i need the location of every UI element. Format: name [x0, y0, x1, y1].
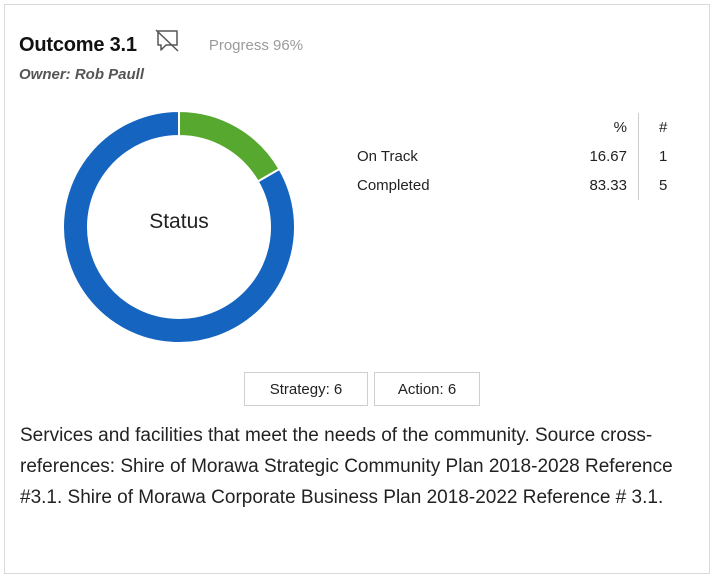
- comment-off-icon[interactable]: [153, 28, 181, 54]
- strategy-button[interactable]: Strategy: 6: [244, 372, 368, 406]
- outcome-header: Outcome 3.1 Progress 96%: [19, 28, 304, 60]
- action-button[interactable]: Action: 6: [374, 372, 480, 406]
- owner-label: Owner: Rob Paull: [19, 66, 145, 83]
- row-percent: 16.67: [547, 142, 639, 171]
- status-table: % # On Track 16.67 1 Completed 83.33 5: [353, 113, 699, 200]
- table-row: Completed 83.33 5: [353, 171, 699, 200]
- table-header-row: % #: [353, 113, 699, 142]
- link-buttons: Strategy: 6 Action: 6: [244, 372, 480, 406]
- row-count: 5: [659, 177, 668, 194]
- row-label: Completed: [357, 177, 430, 194]
- row-count: 1: [659, 148, 668, 165]
- outcome-description: Services and facilities that meet the ne…: [20, 425, 673, 508]
- donut-slice-on-track[interactable]: [178, 110, 281, 183]
- row-label: On Track: [357, 148, 418, 165]
- header-count: #: [659, 119, 668, 136]
- progress-text: Progress 96%: [208, 36, 304, 54]
- outcome-title: Outcome 3.1: [19, 33, 137, 56]
- table-row: On Track 16.67 1: [353, 142, 699, 171]
- chart-center-label: Status: [149, 210, 209, 233]
- header-label: [353, 113, 547, 142]
- header-percent: %: [547, 113, 639, 142]
- row-percent: 83.33: [547, 171, 639, 200]
